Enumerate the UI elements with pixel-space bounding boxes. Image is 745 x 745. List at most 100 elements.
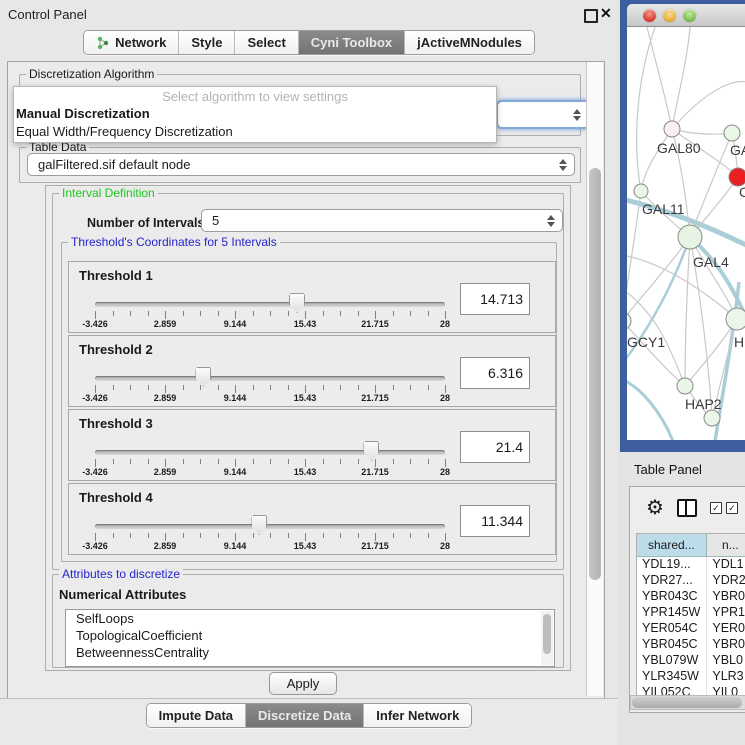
column-visibility-icons[interactable]: ✓ ✓ xyxy=(710,502,738,514)
slider-track[interactable] xyxy=(95,302,445,307)
gear-icon[interactable]: ⚙ xyxy=(646,498,664,518)
slider-tick-icon xyxy=(235,533,236,541)
attribute-list-item[interactable]: SelfLoops xyxy=(66,610,554,627)
tab-select[interactable]: Select xyxy=(235,31,298,54)
attribute-list-item[interactable]: BetweennessCentrality xyxy=(66,644,554,661)
table-cell[interactable]: YDL1 xyxy=(707,557,745,573)
network-node[interactable] xyxy=(677,378,693,394)
tab-label: Discretize Data xyxy=(258,708,351,723)
network-window-titlebar[interactable] xyxy=(627,4,745,27)
attribute-list-item[interactable]: TopologicalCoefficient xyxy=(66,627,554,644)
network-node[interactable] xyxy=(678,225,702,249)
slider-tick-icon xyxy=(393,385,394,390)
network-node[interactable] xyxy=(704,410,720,426)
network-edge[interactable] xyxy=(672,129,732,134)
float-window-icon[interactable] xyxy=(584,9,598,23)
checkbox-icon[interactable]: ✓ xyxy=(726,502,738,514)
slider-thumb[interactable] xyxy=(195,367,211,387)
table-row[interactable]: YER054CYER0 xyxy=(637,621,745,637)
table-cell[interactable]: YDR27... xyxy=(637,573,707,589)
table-data-combobox[interactable]: galFiltered.sif default node xyxy=(27,153,575,176)
network-edge[interactable] xyxy=(627,379,673,440)
table-cell[interactable]: YER054C xyxy=(637,621,707,637)
zoom-traffic-light-icon[interactable] xyxy=(683,9,696,22)
checkbox-icon[interactable]: ✓ xyxy=(710,502,722,514)
minimize-traffic-light-icon[interactable] xyxy=(663,9,676,22)
network-node[interactable] xyxy=(634,184,648,198)
close-icon[interactable]: ✕ xyxy=(600,5,612,22)
table-cell[interactable]: YER0 xyxy=(707,621,745,637)
slider-tick-icon xyxy=(410,311,411,316)
slider-track[interactable] xyxy=(95,450,445,455)
table-cell[interactable]: YBL079W xyxy=(637,653,707,669)
node-table[interactable]: shared...n... YDL19...YDL1YDR27...YDR2YB… xyxy=(636,533,745,696)
tab-impute-data[interactable]: Impute Data xyxy=(147,704,246,727)
table-row[interactable]: YDL19...YDL1 xyxy=(637,557,745,573)
table-column-header[interactable]: n... xyxy=(707,534,745,556)
slider-thumb[interactable] xyxy=(289,293,305,313)
slider-track[interactable] xyxy=(95,376,445,381)
slider-track[interactable] xyxy=(95,524,445,529)
network-edge[interactable] xyxy=(672,82,745,129)
network-edge[interactable] xyxy=(627,321,685,386)
panel-vertical-scrollbar[interactable] xyxy=(586,62,603,696)
table-column-header[interactable]: shared... xyxy=(637,534,707,556)
attributes-scrollbar[interactable] xyxy=(541,611,553,665)
tab-label: Style xyxy=(191,35,222,50)
popup-option[interactable]: Equal Width/Frequency Discretization xyxy=(14,123,496,141)
tab-style[interactable]: Style xyxy=(179,31,235,54)
network-edge[interactable] xyxy=(641,129,672,191)
tab-jactivemnodules[interactable]: jActiveMNodules xyxy=(405,31,534,54)
network-node[interactable] xyxy=(664,121,680,137)
thresholds-group: Threshold's Coordinates for 5 Intervals … xyxy=(61,242,557,562)
network-node[interactable] xyxy=(726,308,745,330)
table-cell[interactable]: YPR145W xyxy=(637,605,707,621)
split-panel-icon[interactable] xyxy=(677,499,697,517)
tab-cyni-toolbox[interactable]: Cyni Toolbox xyxy=(299,31,405,54)
threshold-value-field[interactable]: 14.713 xyxy=(460,283,530,315)
table-cell[interactable]: YBR0 xyxy=(707,637,745,653)
table-row[interactable]: YBL079WYBL0 xyxy=(637,653,745,669)
threshold-value-field[interactable]: 11.344 xyxy=(460,505,530,537)
network-node[interactable] xyxy=(724,125,740,141)
table-row[interactable]: YPR145WYPR1 xyxy=(637,605,745,621)
number-of-intervals-combobox[interactable]: 5 xyxy=(201,209,563,232)
slider-tick-icon xyxy=(445,311,446,319)
apply-button[interactable]: Apply xyxy=(269,672,337,695)
tab-infer-network[interactable]: Infer Network xyxy=(364,704,471,727)
threshold-value-field[interactable]: 6.316 xyxy=(460,357,530,389)
network-canvas[interactable]: GAL80GACGAL11GAL4GCY1HHAP2 xyxy=(627,27,745,440)
slider-tick-icon xyxy=(183,533,184,538)
popup-option[interactable]: Manual Discretization xyxy=(14,105,496,123)
table-cell[interactable]: YDL19... xyxy=(637,557,707,573)
network-edge[interactable] xyxy=(672,27,690,129)
slider-tick-icon xyxy=(148,385,149,390)
tab-discretize-data[interactable]: Discretize Data xyxy=(246,704,364,727)
attributes-listbox[interactable]: SelfLoopsTopologicalCoefficientBetweenne… xyxy=(65,609,555,667)
table-row[interactable]: YDR27...YDR2 xyxy=(637,573,745,589)
table-row[interactable]: YBR045CYBR0 xyxy=(637,637,745,653)
table-cell[interactable]: YBL0 xyxy=(707,653,745,669)
node-label: GA xyxy=(730,142,745,158)
slider-thumb[interactable] xyxy=(363,441,379,461)
table-cell[interactable]: YDR2 xyxy=(707,573,745,589)
slider-tick-icon xyxy=(95,385,96,393)
network-edge[interactable] xyxy=(685,237,690,386)
table-cell[interactable]: YLR3 xyxy=(707,669,745,685)
table-row[interactable]: YBR043CYBR0 xyxy=(637,589,745,605)
slider-thumb[interactable] xyxy=(251,515,267,535)
network-edge[interactable] xyxy=(637,27,655,191)
tab-network[interactable]: Network xyxy=(84,31,179,54)
table-horizontal-scrollbar[interactable] xyxy=(630,695,745,710)
algorithm-combobox[interactable] xyxy=(496,100,590,129)
table-cell[interactable]: YPR1 xyxy=(707,605,745,621)
node-label: GAL11 xyxy=(642,201,685,217)
table-cell[interactable]: YLR345W xyxy=(637,669,707,685)
table-cell[interactable]: YBR043C xyxy=(637,589,707,605)
table-cell[interactable]: YBR045C xyxy=(637,637,707,653)
table-row[interactable]: YLR345WYLR3 xyxy=(637,669,745,685)
threshold-value-field[interactable]: 21.4 xyxy=(460,431,530,463)
network-node[interactable] xyxy=(627,312,631,330)
table-cell[interactable]: YBR0 xyxy=(707,589,745,605)
close-traffic-light-icon[interactable] xyxy=(643,9,656,22)
